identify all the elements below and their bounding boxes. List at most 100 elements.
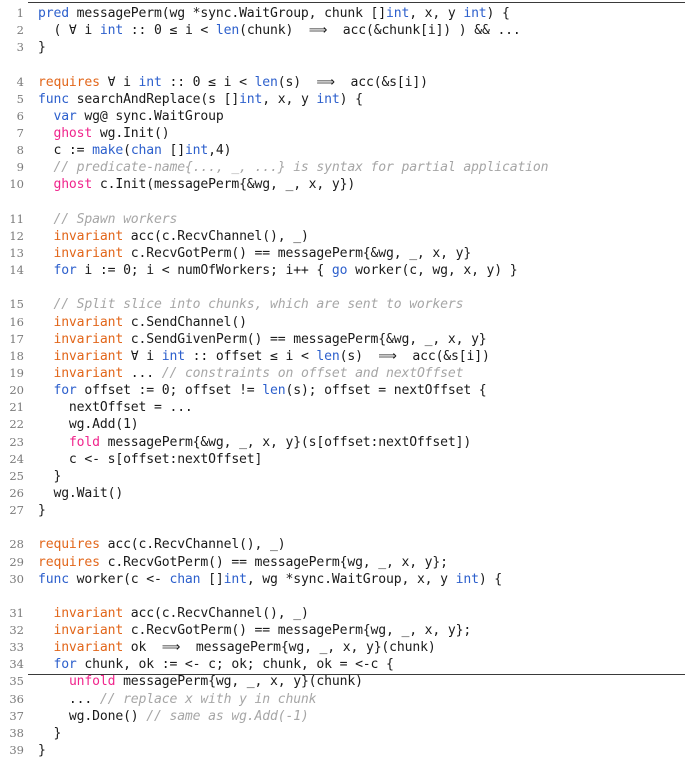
code-line: 27} xyxy=(0,502,685,519)
code-token: invariant xyxy=(53,331,124,347)
line-number: 14 xyxy=(9,263,24,278)
line-number: 25 xyxy=(9,468,24,483)
code-token: nextOffset = ... xyxy=(38,400,193,416)
code-token: chunk, ok := <- c; ok; chunk, ok = <-c { xyxy=(76,657,394,673)
code-token: } xyxy=(38,725,62,741)
code-line-text: } xyxy=(24,468,61,485)
code-line: 25 } xyxy=(0,468,685,485)
line-number: 20 xyxy=(9,383,24,398)
code-line: 11 // Spawn workers xyxy=(0,211,685,228)
line-number: 24 xyxy=(9,451,24,466)
code-line-text: requires c.RecvGotPerm() == messagePerm{… xyxy=(24,554,448,571)
code-token: make xyxy=(92,143,124,159)
listing-bottom-rule xyxy=(28,674,685,675)
code-line-text: nextOffset = ... xyxy=(24,399,193,416)
code-token: invariant xyxy=(53,623,124,639)
code-line-text xyxy=(24,588,46,605)
code-token: int xyxy=(138,74,162,90)
code-token: len xyxy=(262,383,286,399)
code-token: invariant xyxy=(53,348,124,364)
code-token: ) { xyxy=(486,6,510,21)
code-token: pred xyxy=(38,6,69,21)
line-number: 29 xyxy=(9,554,24,569)
line-number: 38 xyxy=(9,725,24,740)
line-number: 37 xyxy=(9,708,24,723)
code-token: ... xyxy=(38,691,100,707)
code-line: 24 c <- s[offset:nextOffset] xyxy=(0,451,685,468)
code-token: } xyxy=(38,40,46,56)
code-line: 17 invariant c.SendGivenPerm() == messag… xyxy=(0,331,685,348)
code-token: i := 0; i < numOfWorkers; i++ { xyxy=(76,263,332,279)
code-line-text: // Spawn workers xyxy=(24,211,177,228)
code-line-text: func searchAndReplace(s []int, x, y int)… xyxy=(24,91,363,108)
code-line: 26 wg.Wait() xyxy=(0,485,685,502)
code-token: invariant xyxy=(53,365,124,381)
code-token: (s); offset = nextOffset { xyxy=(285,383,487,399)
code-token: ghost xyxy=(53,177,93,193)
code-line-text: requires ∀ i int :: 0 ≤ i < len(s) ⟹ acc… xyxy=(24,74,428,91)
code-token: worker(c, wg, x, y) } xyxy=(347,263,518,279)
code-line: 8 c := make(chan []int,4) xyxy=(0,142,685,159)
code-line-text: func worker(c <- chan []int, wg *sync.Wa… xyxy=(24,571,502,588)
code-line: 22 wg.Add(1) xyxy=(0,416,685,433)
code-line-text: unfold messagePerm{wg, _, x, y}(chunk) xyxy=(24,673,363,690)
code-line: 37 wg.Done() // same as wg.Add(-1) xyxy=(0,708,685,725)
code-line: 14 for i := 0; i < numOfWorkers; i++ { g… xyxy=(0,262,685,279)
code-line: 1 pred messagePerm(wg *sync.WaitGroup, ch… xyxy=(0,5,685,22)
code-line: 32 invariant c.RecvGotPerm() == messageP… xyxy=(0,622,685,639)
code-token: // Split slice into chunks, which are se… xyxy=(38,297,464,313)
line-number: 34 xyxy=(9,657,24,672)
code-line-text: for offset := 0; offset != len(s); offse… xyxy=(24,382,487,399)
code-line-blank xyxy=(0,519,685,536)
code-token: // constraints on offset and nextOffset xyxy=(161,365,464,381)
code-token: , x, y xyxy=(409,6,464,21)
code-line: 5 func searchAndReplace(s []int, x, y int… xyxy=(0,91,685,108)
code-line-text: wg.Add(1) xyxy=(24,416,139,433)
code-line-text xyxy=(24,56,46,73)
code-token: , x, y xyxy=(262,91,317,107)
code-token: messagePerm(wg *sync.WaitGroup, chunk [] xyxy=(68,6,386,21)
line-number: 16 xyxy=(9,314,24,329)
code-line-blank xyxy=(0,194,685,211)
line-number: 39 xyxy=(9,743,24,758)
line-number: 10 xyxy=(9,177,24,192)
code-line-text: invariant c.SendGivenPerm() == messagePe… xyxy=(24,331,486,348)
code-token: fold xyxy=(68,434,100,450)
code-token: for xyxy=(53,383,77,399)
code-line: 35 unfold messagePerm{wg, _, x, y}(chunk… xyxy=(0,673,685,690)
code-token: ∀ i xyxy=(99,74,139,90)
code-token: messagePerm{wg, _, x, y}(chunk) xyxy=(115,674,363,690)
code-token: ( xyxy=(123,143,131,159)
code-line-text: invariant ok ⟹ messagePerm{wg, _, x, y}(… xyxy=(24,639,435,656)
code-token: func xyxy=(38,571,69,587)
code-token: , wg *sync.WaitGroup, x, y xyxy=(246,571,456,587)
code-line-text: // Split slice into chunks, which are se… xyxy=(24,296,463,313)
code-token: int xyxy=(99,23,124,39)
code-line: 36 ... // replace x with y in chunk xyxy=(0,691,685,708)
code-line: 34 for chunk, ok := <- c; ok; chunk, ok … xyxy=(0,656,685,673)
code-token: // Spawn workers xyxy=(38,211,178,227)
code-token: offset := 0; offset != xyxy=(76,383,263,399)
line-number: 7 xyxy=(16,125,24,140)
code-line: 29 requires c.RecvGotPerm() == messagePer… xyxy=(0,554,685,571)
code-token: invariant xyxy=(53,314,124,330)
code-token: c.SendChannel() xyxy=(123,314,247,330)
code-line: 31 invariant acc(c.RecvChannel(), _) xyxy=(0,605,685,622)
code-token: wg.Wait() xyxy=(38,485,124,501)
code-token: searchAndReplace(s [] xyxy=(68,91,240,107)
code-line: 9 // predicate-name{..., _, ...} is synt… xyxy=(0,159,685,176)
code-token: int xyxy=(184,143,209,159)
code-token: // predicate-name{..., _, ...} is syntax… xyxy=(38,160,549,176)
code-line: 38 } xyxy=(0,725,685,742)
line-number: 35 xyxy=(9,674,24,689)
code-token: chan xyxy=(169,571,201,587)
code-token: } xyxy=(38,743,46,759)
code-token: int xyxy=(316,91,340,107)
code-token: requires xyxy=(38,74,100,90)
code-token: int xyxy=(223,571,247,587)
